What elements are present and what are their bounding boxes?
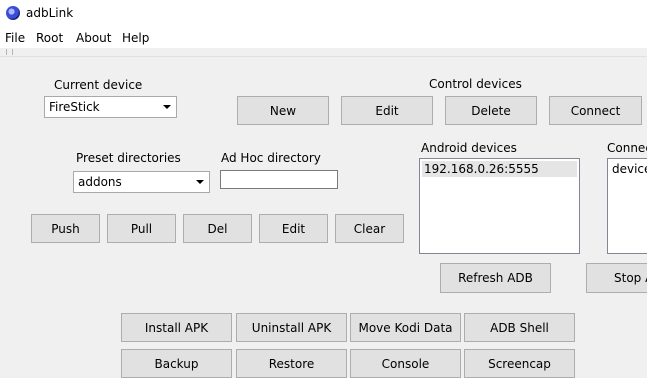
uninstall-apk-button[interactable]: Uninstall APK (236, 313, 347, 342)
preset-directories-select[interactable]: addons (73, 171, 210, 193)
title-bar (0, 0, 647, 28)
connected-list[interactable]: device (607, 158, 647, 254)
chevron-down-icon (163, 105, 171, 109)
list-item[interactable]: 192.168.0.26:5555 (424, 162, 539, 176)
new-device-button[interactable]: New (237, 96, 329, 125)
android-devices-label: Android devices (421, 141, 517, 155)
screencap-button[interactable]: Screencap (464, 349, 575, 378)
backup-button[interactable]: Backup (121, 349, 232, 378)
window-title: adbLink (26, 6, 74, 20)
control-devices-label: Control devices (429, 77, 522, 91)
connect-device-button[interactable]: Connect (549, 96, 642, 125)
preset-directories-label: Preset directories (76, 151, 181, 165)
restore-button[interactable]: Restore (236, 349, 347, 378)
menu-help[interactable]: Help (122, 31, 149, 45)
app-logo-icon (6, 6, 20, 20)
adhoc-directory-input[interactable] (220, 170, 338, 189)
delete-device-button[interactable]: Delete (445, 96, 537, 125)
current-device-label: Current device (54, 78, 143, 92)
menu-root[interactable]: Root (36, 31, 63, 45)
current-device-select[interactable]: FireStick (44, 96, 177, 118)
preset-directories-value: addons (78, 175, 122, 189)
stop-adb-button[interactable]: Stop A (586, 263, 647, 293)
adb-shell-button[interactable]: ADB Shell (464, 313, 575, 342)
install-apk-button[interactable]: Install APK (121, 313, 232, 342)
current-device-value: FireStick (49, 100, 100, 114)
list-item[interactable]: device (612, 162, 647, 176)
menu-file[interactable]: File (5, 31, 25, 45)
push-button[interactable]: Push (31, 214, 100, 243)
menu-about[interactable]: About (76, 31, 111, 45)
chevron-down-icon (196, 180, 204, 184)
android-devices-list[interactable]: 192.168.0.26:5555 (419, 158, 580, 254)
delete-file-button[interactable]: Del (183, 214, 252, 243)
clear-button[interactable]: Clear (335, 214, 404, 243)
adhoc-directory-label: Ad Hoc directory (221, 151, 321, 165)
edit-file-button[interactable]: Edit (259, 214, 328, 243)
refresh-adb-button[interactable]: Refresh ADB (440, 263, 551, 293)
toolbar-strip (0, 48, 647, 57)
console-button[interactable]: Console (350, 349, 461, 378)
toolbar-grip (6, 49, 7, 55)
pull-button[interactable]: Pull (107, 214, 176, 243)
connected-label: Connec (607, 141, 647, 155)
move-kodi-data-button[interactable]: Move Kodi Data (350, 313, 461, 342)
toolbar-grip (12, 49, 13, 55)
edit-device-button[interactable]: Edit (341, 96, 433, 125)
